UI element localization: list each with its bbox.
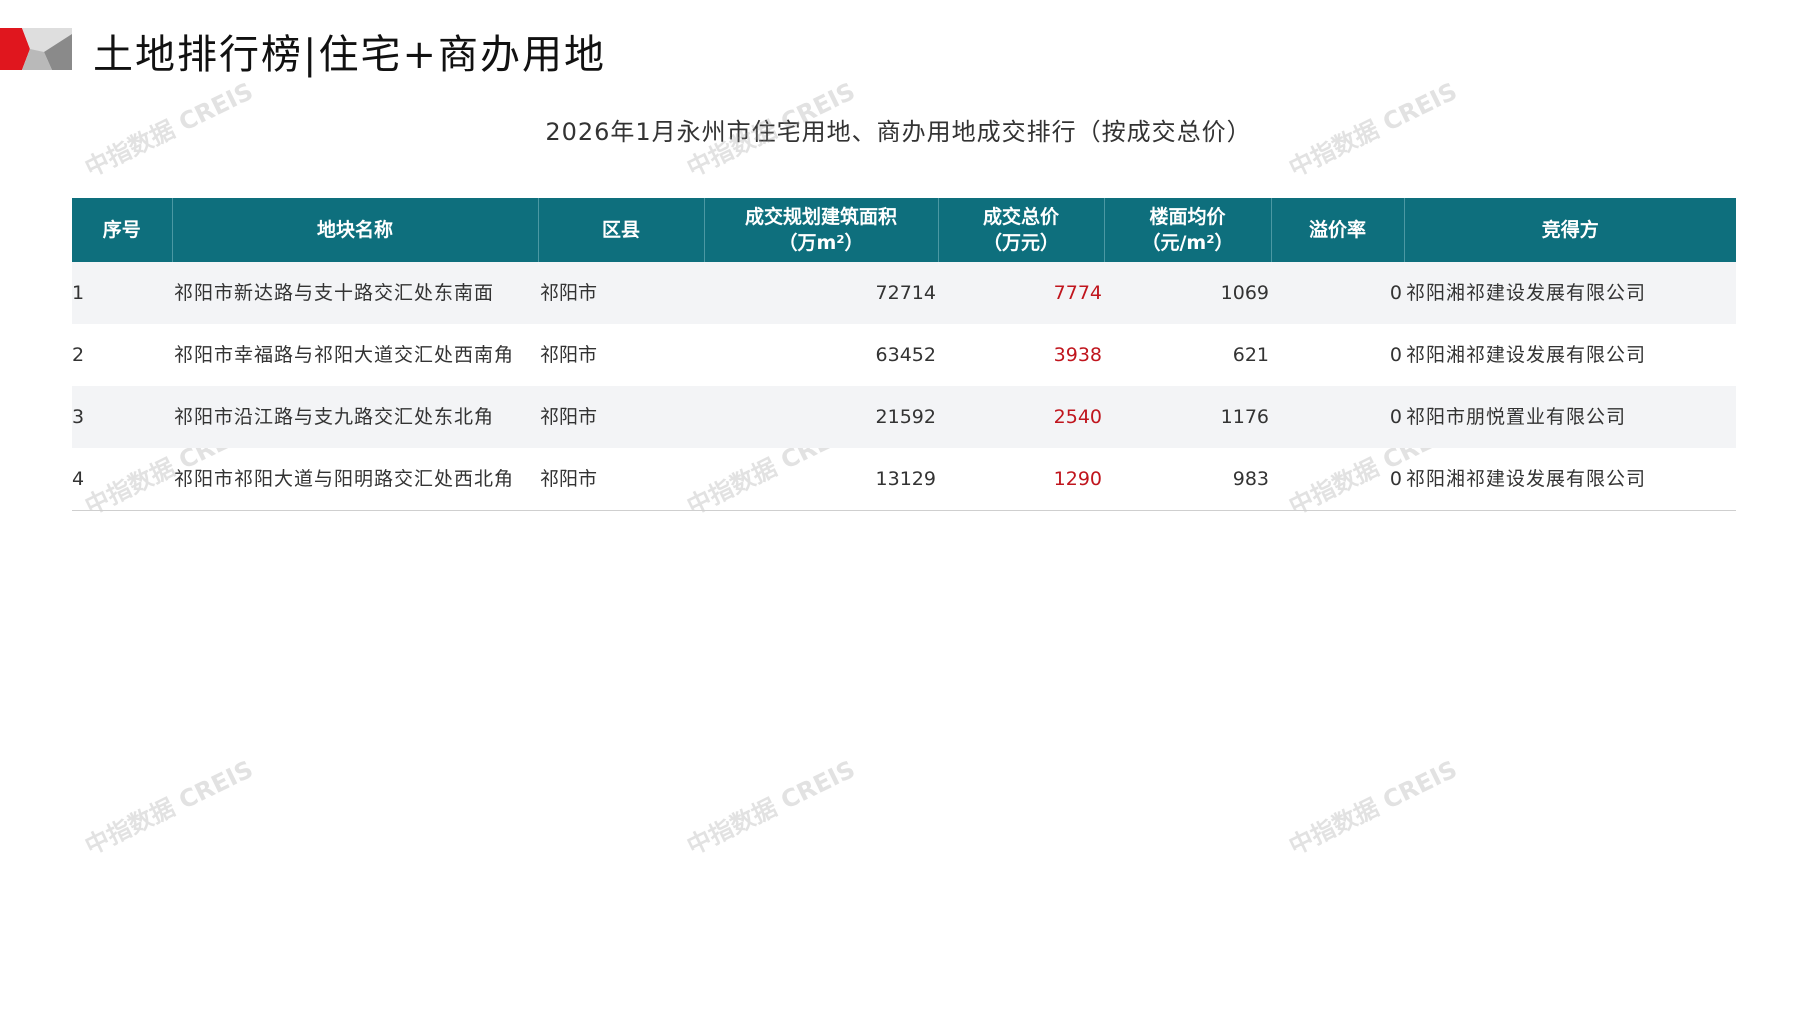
cell-district: 祁阳市 [538,262,704,324]
cell-premium-rate: 0 [1271,386,1404,448]
watermark: 中指数据 CREIS [682,755,860,861]
cell-total-price: 3938 [1053,343,1102,366]
cell-district: 祁阳市 [538,386,704,448]
table-row: 1 祁阳市新达路与支十路交汇处东南面 祁阳市 72714 7774 1069 0… [72,262,1736,324]
table-header-row: 序号 地块名称 区县 成交规划建筑面积 （万m²） 成交总价 （万元） 楼面均价 （元… [72,198,1736,262]
column-header-premium-rate: 溢价率 [1271,198,1405,262]
column-header-unit-price: 楼面均价 （元/m²） [1104,198,1272,262]
cell-floor-area: 13129 [704,448,938,511]
cell-total-price: 2540 [938,386,1104,448]
cell-total-price: 7774 [938,262,1104,324]
cell-premium-rate: 0 [1271,448,1404,511]
cell-index: 2 [72,343,85,366]
column-header-total-price: 成交总价 （万元） [938,198,1105,262]
cell-buyer: 祁阳湘祁建设发展有限公司 [1404,262,1736,324]
land-ranking-table: 序号 地块名称 区县 成交规划建筑面积 （万m²） 成交总价 （万元） 楼面均价 （元… [72,198,1736,511]
cell-index: 3 [72,386,172,448]
table-row: 2 祁阳市幸福路与祁阳大道交汇处西南角 祁阳市 63452 3938 621 0… [72,324,1736,386]
cell-parcel-name: 祁阳市祁阳大道与阳明路交汇处西北角 [172,448,538,511]
cell-unit-price: 1069 [1104,262,1271,324]
column-header-floor-area: 成交规划建筑面积 （万m²） [704,198,939,262]
cell-total-price: 1290 [938,448,1104,511]
cell-unit-price: 1176 [1104,386,1271,448]
cell-buyer: 祁阳市朋悦置业有限公司 [1404,386,1736,448]
cell-index: 4 [72,448,172,511]
cell-district: 祁阳市 [540,343,598,366]
cell-buyer: 祁阳湘祁建设发展有限公司 [1404,448,1736,511]
cell-premium-rate: 0 [1271,262,1404,324]
cell-index: 1 [72,262,172,324]
cell-floor-area: 21592 [704,386,938,448]
table-subtitle: 2026年1月永州市住宅用地、商办用地成交排行（按成交总价） [545,118,1252,146]
table-row: 4 祁阳市祁阳大道与阳明路交汇处西北角 祁阳市 13129 1290 983 0… [72,448,1736,511]
watermark: 中指数据 CREIS [1284,755,1462,861]
cell-buyer: 祁阳湘祁建设发展有限公司 [1406,343,1647,366]
cell-floor-area: 72714 [704,262,938,324]
cell-premium-rate: 0 [1389,343,1402,366]
table-row: 3 祁阳市沿江路与支九路交汇处东北角 祁阳市 21592 2540 1176 0… [72,386,1736,448]
brand-logo-icon [0,28,72,70]
column-header-index: 序号 [72,198,173,262]
page-title: 土地排行榜|住宅+商办用地 [93,32,606,78]
cell-unit-price: 621 [1232,343,1269,366]
cell-parcel-name: 祁阳市新达路与支十路交汇处东南面 [172,262,538,324]
cell-unit-price: 983 [1104,448,1271,511]
cell-floor-area: 63452 [875,343,936,366]
cell-parcel-name: 祁阳市沿江路与支九路交汇处东北角 [172,386,538,448]
cell-parcel-name: 祁阳市幸福路与祁阳大道交汇处西南角 [174,343,515,366]
column-header-parcel-name: 地块名称 [172,198,539,262]
column-header-district: 区县 [538,198,705,262]
cell-district: 祁阳市 [538,448,704,511]
watermark: 中指数据 CREIS [80,755,258,861]
column-header-buyer: 竞得方 [1404,198,1736,262]
